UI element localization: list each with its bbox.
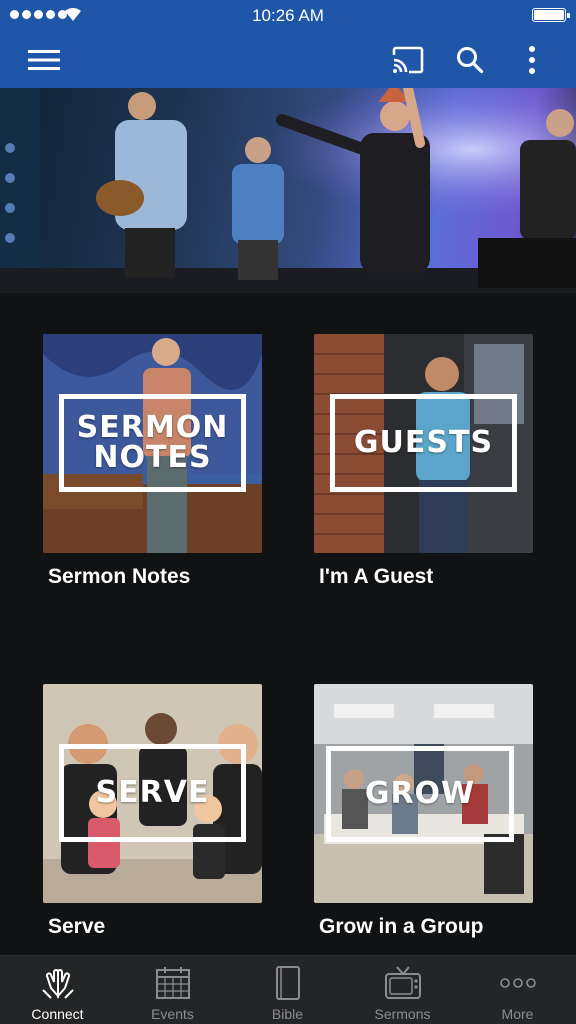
kebab-menu-icon[interactable] [512,40,552,80]
search-icon[interactable] [450,40,490,80]
tv-icon [345,964,460,1002]
grow-overlay-text: GROW [364,776,476,811]
cast-icon[interactable] [388,40,428,80]
tab-sermons[interactable]: Sermons [345,956,460,1024]
tab-more[interactable]: More [460,956,575,1024]
tile-grow[interactable]: GROW [314,684,533,903]
tab-sermons-label: Sermons [374,1006,431,1022]
tab-events-label: Events [151,1006,194,1022]
praying-hands-icon [0,964,115,1002]
status-bar: 10:26 AM [0,0,576,30]
tab-bible[interactable]: Bible [230,956,345,1024]
guests-overlay-text: GUESTS [353,425,494,460]
tab-events[interactable]: Events [115,956,230,1024]
calendar-icon [115,964,230,1002]
tile-sermon-notes[interactable]: SERMON NOTES [43,334,262,553]
tile-caption-sermon-notes[interactable]: Sermon Notes [48,565,190,589]
tab-more-label: More [501,1006,534,1022]
tab-connect-label: Connect [31,1006,84,1022]
tab-bible-label: Bible [271,1006,304,1022]
sermon-notes-overlay-text: SERMON NOTES [76,410,229,475]
tile-serve[interactable]: SERVE [43,684,262,903]
hero-image-worship-band [0,88,576,293]
tile-guests[interactable]: GUESTS [314,334,533,553]
sermon-notes-overlay-frame: SERMON NOTES [59,394,246,492]
app-bar [0,30,576,88]
tile-caption-serve[interactable]: Serve [48,915,105,939]
bottom-tab-bar: Connect Events Bible Sermons More [0,955,576,1024]
ellipsis-icon [460,964,575,1002]
tab-connect[interactable]: Connect [0,956,115,1024]
guests-overlay-frame: GUESTS [330,394,517,492]
book-icon [230,964,345,1002]
serve-overlay-frame: SERVE [59,744,246,842]
hamburger-menu-icon[interactable] [24,40,64,80]
tile-caption-grow[interactable]: Grow in a Group [319,915,484,939]
status-time: 10:26 AM [252,6,324,25]
serve-overlay-text: SERVE [95,775,210,810]
tile-caption-guests[interactable]: I'm A Guest [319,565,433,589]
battery-icon [532,8,570,22]
grow-overlay-frame: GROW [326,746,514,842]
